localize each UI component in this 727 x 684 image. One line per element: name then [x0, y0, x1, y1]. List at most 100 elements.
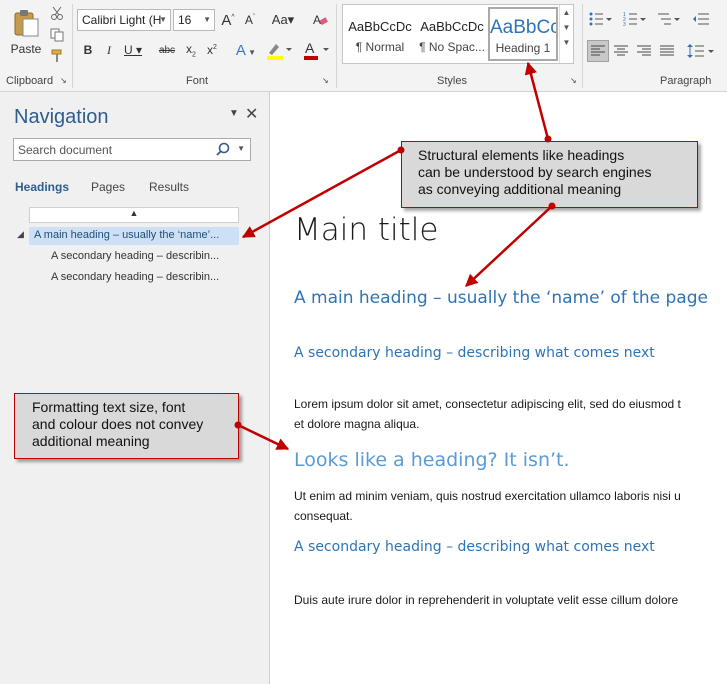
style-sample: AaBbCc: [490, 17, 556, 38]
tab-results[interactable]: Results: [149, 180, 189, 194]
pane-options-icon[interactable]: ▼: [229, 108, 239, 119]
paragraph-line: consequat.: [294, 509, 353, 523]
styles-launcher-icon[interactable]: ↘: [570, 76, 577, 85]
styles-group-label: Styles: [437, 75, 467, 87]
align-center-icon: [614, 45, 628, 56]
secondary-heading[interactable]: A secondary heading – describing what co…: [294, 539, 655, 555]
body-paragraph[interactable]: Duis aute irure dolor in reprehenderit i…: [294, 590, 727, 610]
bold-button[interactable]: B: [80, 40, 96, 60]
chevron-up-icon[interactable]: ▲: [560, 8, 573, 17]
collapse-all-button[interactable]: ▲: [29, 207, 239, 223]
grow-font-icon: A^: [221, 11, 235, 29]
svg-text:3: 3: [623, 22, 626, 27]
highlight-color-button[interactable]: [265, 39, 295, 61]
nav-heading-item[interactable]: A main heading – usually the ‘name’...: [29, 227, 239, 245]
align-left-button[interactable]: [587, 40, 609, 62]
chevron-down-icon: ▼: [203, 15, 211, 24]
superscript-button[interactable]: x2: [204, 40, 220, 60]
callout-line: Formatting text size, font: [32, 399, 186, 415]
multilevel-list-icon: [658, 13, 680, 25]
italic-icon: I: [107, 42, 111, 57]
font-size-select[interactable]: 16 ▼: [173, 9, 215, 31]
svg-text:A: A: [313, 13, 321, 27]
paste-label: Paste: [10, 42, 42, 56]
tab-headings[interactable]: Headings: [15, 180, 69, 194]
document-title[interactable]: Main title: [294, 212, 438, 248]
underline-button[interactable]: U ▾: [120, 40, 146, 60]
close-icon[interactable]: ✕: [245, 104, 258, 124]
format-painter-button[interactable]: [49, 48, 65, 64]
navigation-pane: Navigation ▼ ✕ Search document ▼ Heading…: [0, 92, 270, 684]
strikethrough-icon: abc: [158, 44, 176, 56]
nav-heading-item[interactable]: A secondary heading – describin...: [51, 250, 236, 262]
tab-pages[interactable]: Pages: [91, 180, 125, 194]
nav-heading-item[interactable]: A secondary heading – describin...: [51, 271, 236, 283]
chevron-down-icon[interactable]: ▼: [560, 23, 573, 32]
body-paragraph[interactable]: Lorem ipsum dolor sit amet, consectetur …: [294, 394, 727, 434]
clipboard-launcher-icon[interactable]: ↘: [60, 76, 67, 85]
svg-text:A: A: [305, 40, 315, 56]
decrease-indent-button[interactable]: [690, 9, 712, 29]
body-paragraph[interactable]: Ut enim ad minim veniam, quis nostrud ex…: [294, 486, 727, 526]
text-effects-icon: A ▼: [235, 41, 257, 59]
line-spacing-icon: [687, 44, 714, 58]
more-styles-icon[interactable]: ▼: [560, 38, 573, 47]
numbering-button[interactable]: 123: [622, 9, 648, 29]
font-launcher-icon[interactable]: ↘: [322, 76, 329, 85]
chevron-down-icon[interactable]: ▼: [237, 144, 245, 153]
callout-formatting: Formatting text size, font and colour do…: [14, 393, 239, 459]
align-left-icon: [591, 45, 605, 56]
font-color-icon: A: [304, 40, 329, 60]
callout-line: Structural elements like headings: [418, 147, 625, 163]
text-effects-button[interactable]: A ▼: [232, 39, 260, 61]
multilevel-list-button[interactable]: [656, 9, 682, 29]
search-document-input[interactable]: Search document ▼: [13, 138, 251, 161]
change-case-button[interactable]: Aa▾: [268, 10, 298, 30]
main-heading[interactable]: A main heading – usually the ‘name’ of t…: [294, 288, 708, 308]
grow-font-button[interactable]: A^: [219, 10, 237, 30]
indent-icon: [693, 13, 709, 25]
font-name-select[interactable]: Calibri Light (H ▼: [77, 9, 171, 31]
scissors-icon: [51, 6, 63, 20]
paste-icon: [14, 10, 39, 37]
style-normal[interactable]: AaBbCcDc ¶ Normal: [345, 7, 415, 61]
callout-line: can be understood by search engines: [418, 164, 652, 180]
italic-button[interactable]: I: [101, 40, 117, 60]
secondary-heading[interactable]: A secondary heading – describing what co…: [294, 345, 655, 361]
font-color-button[interactable]: A: [302, 39, 332, 61]
gallery-scrollbar[interactable]: ▲ ▼ ▼: [559, 5, 573, 63]
callout-line: and colour does not convey: [32, 416, 204, 432]
justify-button[interactable]: [656, 40, 678, 62]
style-name: Heading 1: [495, 41, 551, 55]
align-right-button[interactable]: [633, 40, 655, 62]
paragraph-line: Duis aute irure dolor in reprehenderit i…: [294, 593, 679, 607]
bullets-button[interactable]: [588, 9, 614, 29]
numbered-list-icon: 123: [623, 12, 646, 27]
bullet-list-icon: [589, 12, 612, 26]
clipboard-group-label: Clipboard: [6, 75, 54, 87]
font-size-value: 16: [178, 13, 192, 27]
fake-heading-text[interactable]: Looks like a heading? It isn’t.: [294, 449, 570, 471]
navigation-title: Navigation: [14, 106, 109, 128]
style-sample: AaBbCcDc: [348, 19, 412, 34]
callout-line: additional meaning: [32, 433, 150, 449]
collapse-icon: ▲: [129, 208, 139, 218]
strikethrough-button[interactable]: abc: [156, 40, 178, 60]
clear-formatting-button[interactable]: A: [310, 10, 330, 30]
style-heading-1[interactable]: AaBbCc Heading 1: [488, 7, 558, 61]
callout-line: as conveying additional meaning: [418, 181, 622, 197]
subscript-button[interactable]: x2: [183, 40, 199, 60]
styles-gallery: AaBbCcDc ¶ Normal AaBbCcDc ¶ No Spac... …: [342, 4, 574, 64]
search-icon[interactable]: [216, 142, 230, 156]
align-center-button[interactable]: [610, 40, 632, 62]
expand-triangle-icon[interactable]: ◢: [17, 229, 24, 240]
copy-icon: [50, 28, 64, 42]
highlighter-icon: [267, 44, 292, 60]
paste-button[interactable]: Paste: [6, 4, 46, 60]
shrink-font-button[interactable]: Aˇ: [241, 10, 259, 30]
cut-button[interactable]: [49, 5, 65, 21]
copy-button[interactable]: [49, 27, 65, 43]
align-right-icon: [637, 45, 651, 56]
style-no-spacing[interactable]: AaBbCcDc ¶ No Spac...: [417, 7, 487, 61]
line-spacing-button[interactable]: [686, 40, 716, 62]
